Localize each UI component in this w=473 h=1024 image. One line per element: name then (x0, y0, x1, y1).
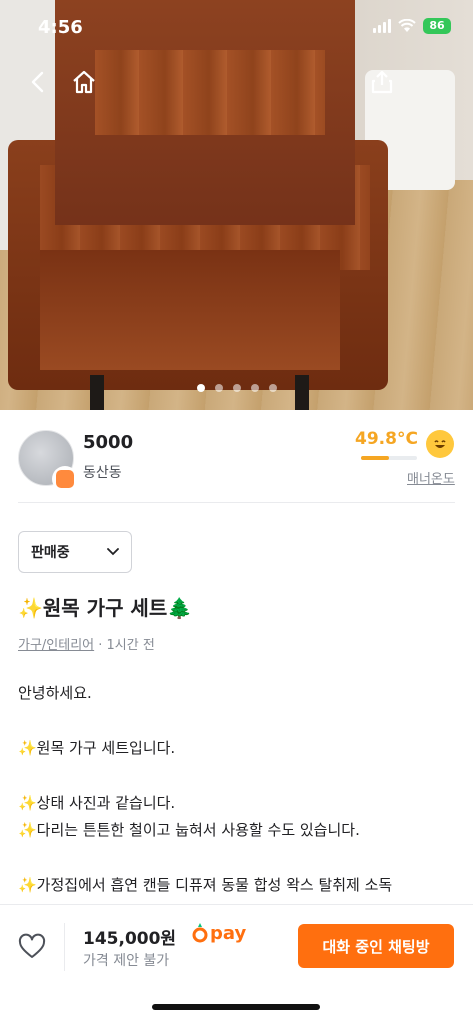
top-navigation (0, 62, 473, 102)
description-line: ✨다리는 튼튼한 철이고 눕혀서 사용할 수도 있습니다. (18, 821, 360, 839)
like-button[interactable] (18, 933, 46, 961)
pay-label: pay (210, 922, 247, 944)
share-icon (371, 70, 393, 94)
smile-face-icon (426, 430, 454, 458)
posted-time: · 1시간 전 (94, 638, 155, 653)
manner-temperature-bar (361, 456, 417, 460)
manner-temperature: 49.8°C (355, 429, 418, 449)
back-button[interactable] (22, 66, 54, 98)
sale-status-value: 판매중 (31, 545, 70, 561)
description-blank-line (18, 762, 458, 789)
manner-temperature-link[interactable]: 매너온도 (407, 468, 455, 487)
description-line: 안녕하세요. (18, 684, 92, 702)
seller-profile[interactable]: 5000 동산동 49.8°C 매너온도 (0, 410, 473, 502)
description-blank-line (18, 844, 458, 871)
carousel-dot (214, 384, 223, 392)
chevron-down-icon (107, 548, 119, 556)
description-line: ✨상태 사진과 같습니다. (18, 793, 176, 812)
description-blank-line (18, 707, 458, 734)
carousel-dot (196, 384, 205, 392)
status-icons: 86 (373, 18, 451, 34)
wifi-icon (398, 19, 416, 32)
chevron-left-icon (31, 71, 44, 93)
carousel-indicator (0, 384, 473, 392)
home-button[interactable] (68, 66, 100, 98)
listing-title: ✨원목 가구 세트🌲 (18, 596, 193, 620)
home-indicator (152, 1004, 320, 1010)
description-line: ✨원목 가구 세트입니다. (18, 738, 176, 757)
listing-description: 안녕하세요. ✨원목 가구 세트입니다. ✨상태 사진과 같습니다. ✨다리는 튼튼한… (18, 680, 458, 904)
category-link[interactable]: 가구/인테리어 (18, 638, 94, 653)
carrot-pay-icon (192, 923, 208, 943)
chat-button[interactable]: 대화 중인 채팅방 (298, 924, 454, 968)
seller-badge-icon (52, 466, 78, 492)
pay-badge: pay (192, 922, 246, 944)
status-bar: 4:56 86 (0, 0, 473, 56)
battery-icon: 86 (423, 18, 451, 34)
sale-status-dropdown[interactable]: 판매중 (18, 531, 132, 573)
photo-large-shelf-inner (40, 250, 340, 370)
listing-meta: 가구/인테리어 · 1시간 전 (18, 634, 155, 653)
cellular-signal-icon (373, 19, 391, 33)
negotiation-status: 가격 제안 불가 (83, 953, 170, 969)
product-photo-carousel[interactable]: 4:56 86 (0, 0, 473, 410)
heart-icon (18, 933, 46, 958)
carousel-dot (250, 384, 259, 392)
description-line: ✨가정집에서 흡연 캔들 디퓨져 동물 합성 왁스 탈취제 소독 (18, 875, 393, 894)
seller-name: 5000 (83, 432, 134, 453)
price: 145,000원 (83, 929, 177, 949)
photo-leg (90, 375, 104, 410)
photo-leg (295, 375, 309, 410)
share-button[interactable] (366, 66, 398, 98)
carousel-dot (232, 384, 241, 392)
divider (64, 923, 65, 971)
divider (18, 502, 455, 503)
home-icon (73, 70, 95, 94)
carousel-dot (268, 384, 277, 392)
manner-temperature-fill (361, 456, 389, 460)
status-time: 4:56 (38, 17, 83, 38)
seller-location: 동산동 (83, 465, 122, 481)
